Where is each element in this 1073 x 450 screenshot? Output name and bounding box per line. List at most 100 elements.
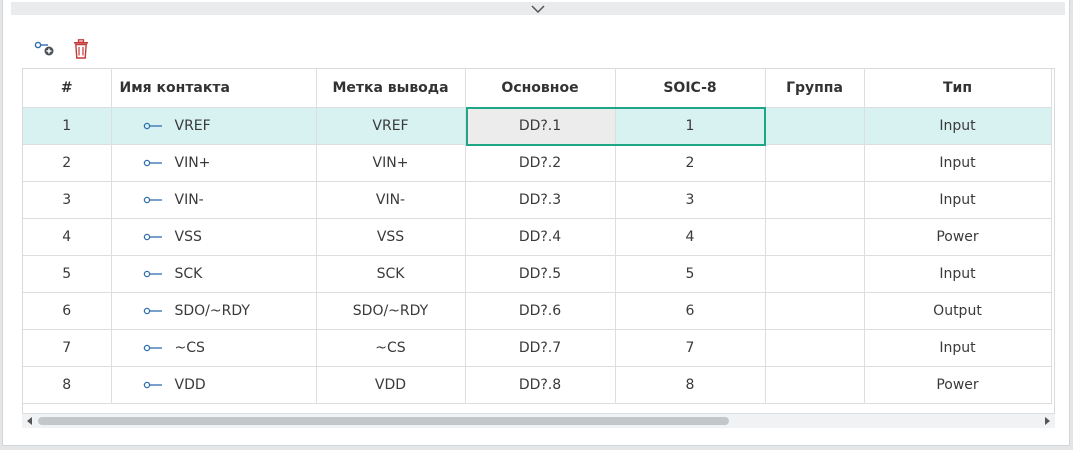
cell-group[interactable] xyxy=(765,255,865,293)
delete-pin-button[interactable] xyxy=(69,37,93,61)
table-row[interactable]: 3 VIN- VIN- DD?.3 3 Input xyxy=(23,181,1052,219)
cell-number[interactable]: 2 xyxy=(23,144,112,182)
table-row[interactable]: 7 ~CS ~CS DD?.7 7 Input xyxy=(23,329,1052,367)
cell-group[interactable] xyxy=(765,181,865,219)
chevron-down-icon xyxy=(531,4,545,13)
pin-name-text: ~CS xyxy=(174,340,205,356)
cell-number[interactable]: 6 xyxy=(23,292,112,330)
cell-main[interactable]: DD?.4 xyxy=(465,218,616,256)
cell-main[interactable]: DD?.8 xyxy=(465,366,616,404)
pin-name-text: SCK xyxy=(174,266,203,282)
pin-icon xyxy=(143,344,163,352)
scroll-right-arrow-icon[interactable] xyxy=(1045,417,1050,425)
header-pin-name[interactable]: Имя контакта xyxy=(111,69,317,108)
pin-editor-panel: # Имя контакта Метка вывода Основное SOI… xyxy=(2,0,1070,446)
cell-group[interactable] xyxy=(765,107,865,145)
cell-type[interactable]: Power xyxy=(864,218,1052,256)
cell-pin-name[interactable]: SCK xyxy=(111,255,317,293)
table-row[interactable]: 4 VSS VSS DD?.4 4 Power xyxy=(23,218,1052,256)
add-pin-icon xyxy=(34,41,54,56)
cell-number[interactable]: 4 xyxy=(23,218,112,256)
cell-pin-label[interactable]: SDO/~RDY xyxy=(316,292,466,330)
pin-name-text: VDD xyxy=(174,377,206,393)
header-soic8[interactable]: SOIC-8 xyxy=(615,69,766,108)
cell-main[interactable]: DD?.5 xyxy=(465,255,616,293)
table-header-row: # Имя контакта Метка вывода Основное SOI… xyxy=(23,69,1052,108)
cell-pin-name[interactable]: VIN+ xyxy=(111,144,317,182)
header-type[interactable]: Тип xyxy=(864,69,1052,108)
toolbar xyxy=(33,36,93,62)
pin-name-text: VIN+ xyxy=(174,155,211,171)
cell-pin-label[interactable]: VIN+ xyxy=(316,144,466,182)
trash-icon xyxy=(74,39,88,59)
cell-pin-label[interactable]: VSS xyxy=(316,218,466,256)
table-row[interactable]: 2 VIN+ VIN+ DD?.2 2 Input xyxy=(23,144,1052,182)
header-pin-label[interactable]: Метка вывода xyxy=(316,69,466,108)
add-pin-button[interactable] xyxy=(33,37,57,61)
cell-number[interactable]: 5 xyxy=(23,255,112,293)
cell-number[interactable]: 3 xyxy=(23,181,112,219)
pin-table-grid: # Имя контакта Метка вывода Основное SOI… xyxy=(22,68,1055,427)
cell-type[interactable]: Input xyxy=(864,255,1052,293)
pin-name-text: VIN- xyxy=(174,192,204,208)
pin-icon xyxy=(143,159,163,167)
cell-pin-label[interactable]: ~CS xyxy=(316,329,466,367)
cell-main[interactable]: DD?.6 xyxy=(465,292,616,330)
cell-soic8[interactable]: 1 xyxy=(615,107,766,145)
cell-pin-name[interactable]: VIN- xyxy=(111,181,317,219)
collapse-bar[interactable] xyxy=(11,2,1065,15)
table-row[interactable]: 1 VREF VREF DD?.1 1 Input xyxy=(23,107,1052,145)
horizontal-scrollbar[interactable] xyxy=(22,413,1055,428)
pin-icon xyxy=(143,381,163,389)
cell-main[interactable]: DD?.7 xyxy=(465,329,616,367)
cell-soic8[interactable]: 7 xyxy=(615,329,766,367)
cell-pin-name[interactable]: VDD xyxy=(111,366,317,404)
cell-pin-label[interactable]: VREF xyxy=(316,107,466,145)
cell-soic8[interactable]: 3 xyxy=(615,181,766,219)
cell-number[interactable]: 8 xyxy=(23,366,112,404)
pin-name-text: VREF xyxy=(174,118,211,134)
table-row[interactable]: 6 SDO/~RDY SDO/~RDY DD?.6 6 Output xyxy=(23,292,1052,330)
cell-pin-label[interactable]: SCK xyxy=(316,255,466,293)
pin-table: # Имя контакта Метка вывода Основное SOI… xyxy=(23,69,1052,404)
cell-type[interactable]: Input xyxy=(864,107,1052,145)
cell-group[interactable] xyxy=(765,329,865,367)
cell-type[interactable]: Power xyxy=(864,366,1052,404)
cell-pin-name[interactable]: ~CS xyxy=(111,329,317,367)
cell-number[interactable]: 7 xyxy=(23,329,112,367)
cell-type[interactable]: Input xyxy=(864,144,1052,182)
cell-group[interactable] xyxy=(765,218,865,256)
header-group[interactable]: Группа xyxy=(765,69,865,108)
pin-name-text: SDO/~RDY xyxy=(174,303,250,319)
cell-type[interactable]: Input xyxy=(864,329,1052,367)
cell-main[interactable]: DD?.3 xyxy=(465,181,616,219)
cell-main[interactable]: DD?.1 xyxy=(465,107,616,145)
cell-group[interactable] xyxy=(765,144,865,182)
cell-pin-label[interactable]: VIN- xyxy=(316,181,466,219)
cell-pin-name[interactable]: VSS xyxy=(111,218,317,256)
cell-main[interactable]: DD?.2 xyxy=(465,144,616,182)
cell-group[interactable] xyxy=(765,292,865,330)
pin-icon xyxy=(143,307,163,315)
cell-type[interactable]: Input xyxy=(864,181,1052,219)
cell-soic8[interactable]: 6 xyxy=(615,292,766,330)
table-row[interactable]: 5 SCK SCK DD?.5 5 Input xyxy=(23,255,1052,293)
scroll-left-arrow-icon[interactable] xyxy=(27,417,32,425)
cell-soic8[interactable]: 5 xyxy=(615,255,766,293)
pin-icon xyxy=(143,122,163,130)
cell-pin-name[interactable]: VREF xyxy=(111,107,317,145)
cell-soic8[interactable]: 4 xyxy=(615,218,766,256)
cell-soic8[interactable]: 8 xyxy=(615,366,766,404)
header-number[interactable]: # xyxy=(23,69,112,108)
scrollbar-thumb[interactable] xyxy=(38,417,729,425)
cell-type[interactable]: Output xyxy=(864,292,1052,330)
pin-icon xyxy=(143,196,163,204)
header-main[interactable]: Основное xyxy=(465,69,616,108)
pin-icon xyxy=(143,270,163,278)
cell-pin-label[interactable]: VDD xyxy=(316,366,466,404)
cell-group[interactable] xyxy=(765,366,865,404)
cell-soic8[interactable]: 2 xyxy=(615,144,766,182)
cell-pin-name[interactable]: SDO/~RDY xyxy=(111,292,317,330)
table-row[interactable]: 8 VDD VDD DD?.8 8 Power xyxy=(23,366,1052,404)
cell-number[interactable]: 1 xyxy=(23,107,112,145)
